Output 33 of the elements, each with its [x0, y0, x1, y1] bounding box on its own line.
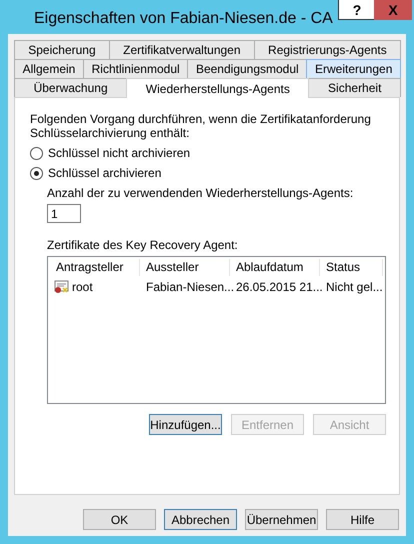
column-header[interactable]: Status [320, 259, 383, 276]
tab[interactable]: Allgemein [14, 59, 84, 78]
column-header[interactable]: Ablaufdatum [230, 259, 320, 276]
help-button[interactable]: ? [338, 0, 376, 20]
tab[interactable]: Zertifikatverwaltungen [108, 40, 255, 59]
column-header[interactable]: Antragsteller [50, 259, 140, 276]
radio-button[interactable] [30, 166, 43, 180]
radio-label[interactable]: Schlüssel archivieren [48, 166, 162, 180]
tab[interactable]: Beendigungsmodul [187, 59, 308, 78]
table-cell-text: root [71, 280, 94, 294]
close-button[interactable]: X [374, 0, 412, 20]
dialog-button[interactable]: Übernehmen [245, 509, 318, 530]
window-title: Eigenschaften von Fabian-Niesen.de - CA [34, 10, 333, 28]
input-field[interactable]: 1 [47, 204, 81, 223]
tab[interactable]: Sicherheit [308, 78, 402, 97]
dialog-button[interactable]: Abbrechen [164, 509, 237, 530]
tab[interactable]: Erweiterungen [306, 59, 402, 78]
tab[interactable]: Registrierungs-Agents [254, 40, 402, 59]
instruction-text: Folgenden Vorgang durchführen, wenn die Zertifikatanforderung Schlüsselarchivierung enthält: [30, 112, 372, 140]
tab[interactable]: Überwachung [14, 78, 128, 97]
tab[interactable]: Richtlinienmodul [82, 59, 188, 78]
radio-button[interactable] [30, 146, 43, 160]
dialog-button[interactable]: Hilfe [326, 509, 399, 530]
dialog-button[interactable]: OK [83, 509, 156, 530]
list-label: Zertifikate des Key Recovery Agent: [47, 238, 239, 252]
certificate-icon [54, 280, 70, 294]
field-label: Anzahl der zu verwendenden Wiederherstellungs-Agents: [47, 186, 354, 200]
tab[interactable]: Wiederherstellungs-Agents [126, 78, 310, 98]
list-action-button[interactable]: Hinzufügen... [149, 414, 222, 435]
radio-label[interactable]: Schlüssel nicht archivieren [48, 146, 190, 160]
table-cell-text: Nicht gel... [325, 280, 384, 294]
column-header[interactable]: Aussteller [140, 259, 230, 276]
tab[interactable]: Speicherung [14, 40, 110, 59]
